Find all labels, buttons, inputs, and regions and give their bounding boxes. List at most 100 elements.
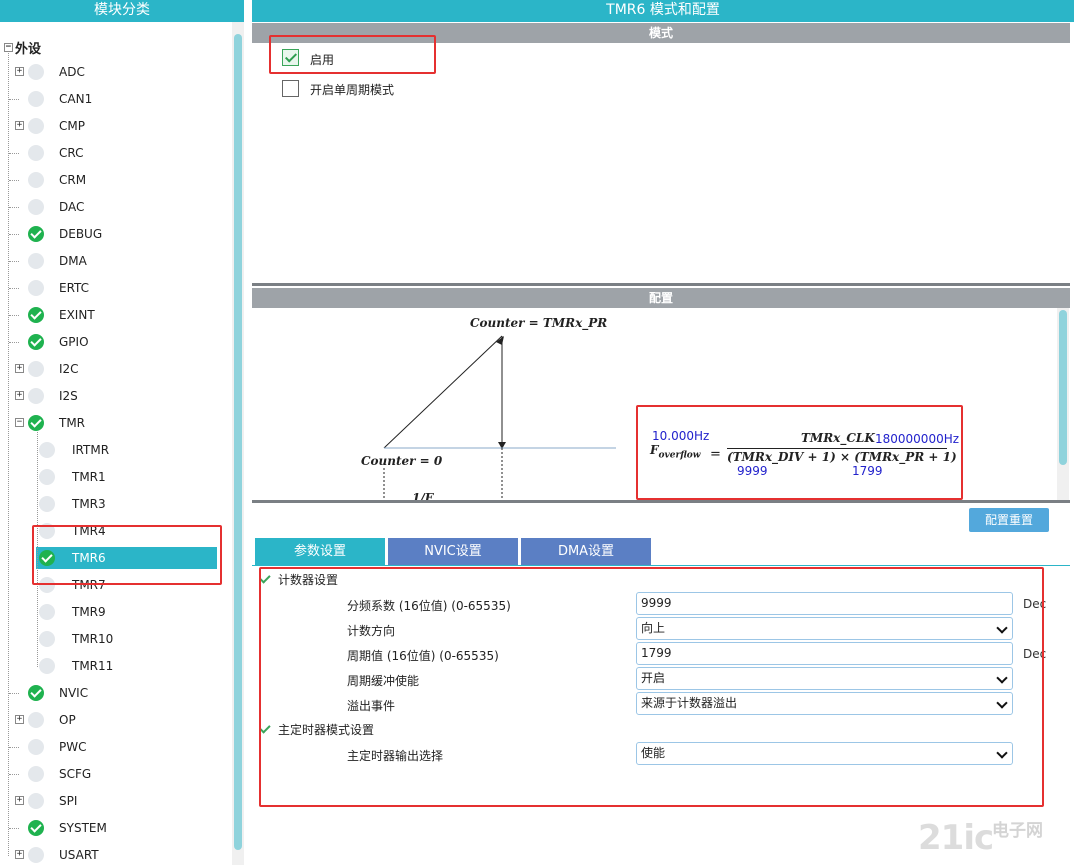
clk-value: 180000000Hz [875, 432, 960, 446]
expand-icon[interactable]: + [15, 391, 24, 400]
tree-root-peripherals[interactable]: − 外设 [4, 38, 41, 57]
expand-icon[interactable]: + [15, 850, 24, 859]
period-input[interactable]: 1799 [636, 642, 1013, 665]
status-idle-icon [28, 118, 44, 134]
diagram-top-label: Counter = TMRx_PR [470, 316, 608, 330]
pr-value: 1799 [852, 464, 883, 478]
tree-item-usart[interactable]: + USART [0, 844, 230, 865]
overflow-event-label: 溢出事件 [347, 699, 396, 713]
tree-item-dac[interactable]: DAC [0, 196, 230, 218]
status-ok-icon [28, 226, 44, 242]
tree-item-op[interactable]: + OP [0, 709, 230, 731]
tree-item-cmp[interactable]: + CMP [0, 115, 230, 137]
group-counter-settings[interactable]: 计数器设置 [259, 571, 338, 588]
count-direction-select[interactable]: 向上 [636, 617, 1013, 640]
formula-numerator: TMRx_CLK [801, 431, 875, 445]
prescaler-input[interactable]: 9999 [636, 592, 1013, 615]
status-ok-icon [28, 820, 44, 836]
section-divider[interactable] [252, 500, 1070, 503]
tree-connector [9, 207, 19, 208]
expand-icon[interactable]: + [15, 67, 24, 76]
tree-item-tmr3[interactable]: TMR3 [36, 493, 217, 515]
period-buffer-select[interactable]: 开启 [636, 667, 1013, 690]
tree-item-dma[interactable]: DMA [0, 250, 230, 272]
left-scrollbar-thumb[interactable] [234, 34, 242, 850]
tree-item-crc[interactable]: CRC [0, 142, 230, 164]
tree-item-label: ADC [59, 65, 85, 79]
tree-connector [9, 693, 19, 694]
expand-icon[interactable]: + [15, 796, 24, 805]
tree-item-label: TMR4 [72, 524, 106, 538]
tree-item-pwc[interactable]: PWC [0, 736, 230, 758]
tree-item-label: PWC [59, 740, 87, 754]
tree-connector [9, 234, 19, 235]
tree-connector [9, 315, 19, 316]
tree-item-label: ERTC [59, 281, 90, 295]
tree-item-label: SYSTEM [59, 821, 107, 835]
tree-item-ertc[interactable]: ERTC [0, 277, 230, 299]
tree-connector [9, 747, 19, 748]
tree-item-i2c[interactable]: + I2C [0, 358, 230, 380]
tree-item-tmr11[interactable]: TMR11 [36, 655, 217, 677]
one-pulse-checkbox[interactable] [282, 80, 299, 97]
tree-item-system[interactable]: SYSTEM [0, 817, 230, 839]
tree-item-gpio[interactable]: GPIO [0, 331, 230, 353]
enable-checkbox[interactable] [282, 49, 299, 66]
tab-parameter-settings[interactable]: 参数设置 [255, 538, 385, 565]
config-scrollbar[interactable] [1057, 308, 1069, 500]
expand-icon[interactable]: + [15, 364, 24, 373]
tree-item-irtmr[interactable]: IRTMR [36, 439, 217, 461]
collapse-icon[interactable]: − [4, 43, 13, 52]
tree-item-spi[interactable]: + SPI [0, 790, 230, 812]
tab-dma-settings[interactable]: DMA设置 [521, 538, 651, 565]
tree-item-tmr1[interactable]: TMR1 [36, 466, 217, 488]
config-scrollbar-thumb[interactable] [1059, 310, 1067, 465]
tree-item-scfg[interactable]: SCFG [0, 763, 230, 785]
tree-item-crm[interactable]: CRM [0, 169, 230, 191]
tree-item-label: DEBUG [59, 227, 103, 241]
tree-item-tmr[interactable]: − TMR [0, 412, 230, 434]
module-category-title: 模块分类 [0, 0, 244, 22]
section-divider[interactable] [252, 283, 1070, 286]
tree-item-label: EXINT [59, 308, 95, 322]
tree-item-label: TMR10 [72, 632, 114, 646]
status-idle-icon [28, 253, 44, 269]
tree-item-exint[interactable]: EXINT [0, 304, 230, 326]
tree-connector [9, 180, 19, 181]
expand-icon[interactable]: + [15, 121, 24, 130]
period-buffer-label: 周期缓冲使能 [347, 674, 420, 688]
frequency-result: 10.000Hz [652, 429, 710, 443]
tree-item-label: CMP [59, 119, 85, 133]
tree-item-tmr9[interactable]: TMR9 [36, 601, 217, 623]
tree-item-label: SCFG [59, 767, 92, 781]
tree-item-debug[interactable]: DEBUG [0, 223, 230, 245]
tree-connector [37, 432, 38, 667]
status-idle-icon [28, 199, 44, 215]
expand-check-icon [259, 721, 271, 734]
tree-item-adc[interactable]: + ADC [0, 61, 230, 83]
prescaler-unit: Dec [1023, 597, 1047, 611]
status-idle-icon [28, 64, 44, 80]
left-scrollbar[interactable] [232, 22, 244, 865]
overflow-event-select[interactable]: 来源于计数器溢出 [636, 692, 1013, 715]
tree-item-tmr7[interactable]: TMR7 [36, 574, 217, 596]
tab-nvic-settings[interactable]: NVIC设置 [388, 538, 518, 565]
tree-item-tmr6[interactable]: TMR6 [36, 547, 217, 569]
group-master-mode-settings[interactable]: 主定时器模式设置 [259, 721, 374, 738]
expand-check-icon [259, 571, 271, 584]
config-reset-button[interactable]: 配置重置 [969, 508, 1049, 532]
status-idle-icon [28, 361, 44, 377]
tree-item-i2s[interactable]: + I2S [0, 385, 230, 407]
tree-item-can1[interactable]: CAN1 [0, 88, 230, 110]
collapse-icon[interactable]: − [15, 418, 24, 427]
tree-item-nvic[interactable]: NVIC [0, 682, 230, 704]
master-output-select[interactable]: 使能 [636, 742, 1013, 765]
tree-item-tmr10[interactable]: TMR10 [36, 628, 217, 650]
formula-equals: = [710, 447, 721, 462]
tree-item-label: I2C [59, 362, 79, 376]
expand-icon[interactable]: + [15, 715, 24, 724]
tree-item-tmr4[interactable]: TMR4 [36, 520, 217, 542]
status-idle-icon [39, 577, 55, 593]
formula-lhs: Foverflow [650, 443, 701, 461]
tree-connector [9, 99, 19, 100]
